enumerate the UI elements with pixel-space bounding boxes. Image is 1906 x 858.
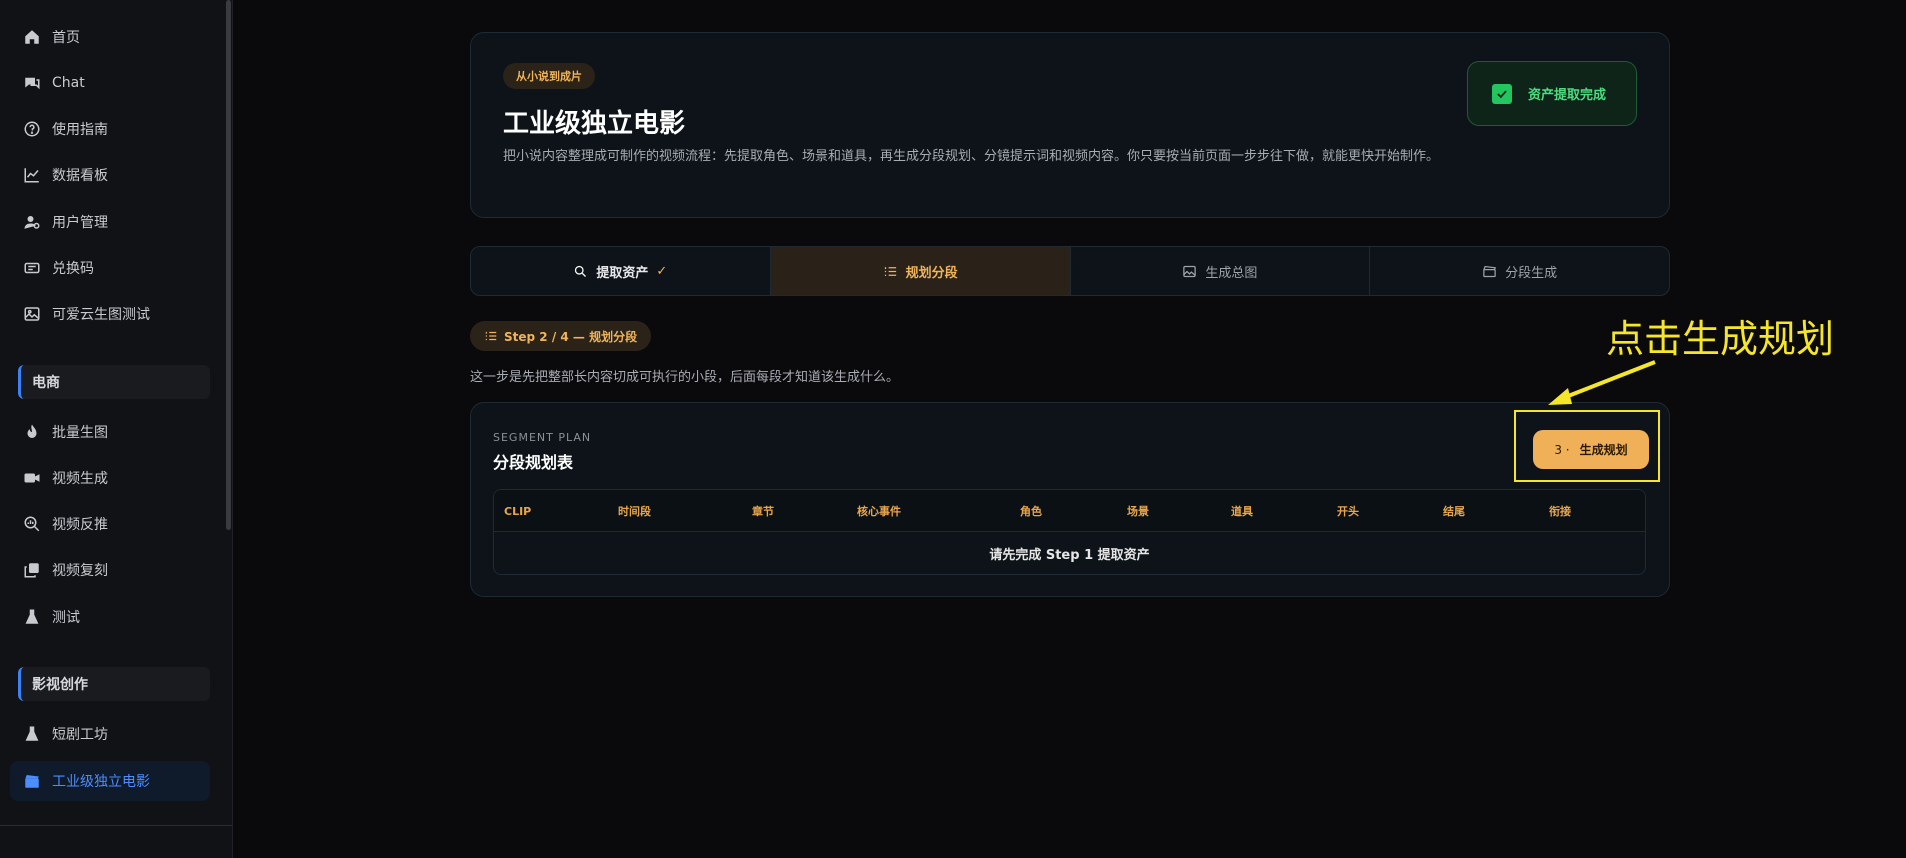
sidebar-item-short-drama[interactable]: 短剧工坊 xyxy=(10,714,210,754)
clapper-icon xyxy=(22,771,42,791)
sidebar-item-label: 使用指南 xyxy=(52,122,108,138)
annotation-highlight-box xyxy=(1514,410,1660,482)
column-header: 时间段 xyxy=(618,505,651,518)
column-header: 开头 xyxy=(1337,505,1359,518)
tab-segment-generate[interactable]: 分段生成 xyxy=(1370,247,1669,295)
hero-tag: 从小说到成片 xyxy=(503,63,595,89)
flask-icon xyxy=(22,607,42,627)
sidebar-item-label: 首页 xyxy=(52,30,80,46)
list-icon xyxy=(884,266,896,276)
help-icon xyxy=(22,119,42,139)
sidebar-item-label: 批量生图 xyxy=(52,425,108,441)
status-badge: 资产提取完成 xyxy=(1467,61,1637,126)
section-ecommerce[interactable]: 电商 xyxy=(18,365,210,399)
hero-card: 从小说到成片 工业级独立电影 把小说内容整理成可制作的视频流程：先提取角色、场景… xyxy=(470,32,1670,218)
column-header: 道具 xyxy=(1231,505,1253,518)
chat-icon xyxy=(22,73,42,93)
column-header: 核心事件 xyxy=(857,505,901,518)
sidebar-item-label: 视频复刻 xyxy=(52,563,108,579)
sidebar-item-video-gen[interactable]: 视频生成 xyxy=(10,458,210,498)
column-header: 角色 xyxy=(1020,505,1042,518)
column-header: 场景 xyxy=(1127,505,1149,518)
step-description: 这一步是先把整部长内容切成可执行的小段，后面每段才知道该生成什么。 xyxy=(470,370,900,385)
copy-icon xyxy=(22,560,42,580)
table-header: CLIP 时间段 章节 核心事件 角色 场景 道具 开头 结尾 衔接 xyxy=(494,490,1645,532)
video-icon xyxy=(22,468,42,488)
step-tabs: 提取资产 ✓ 规划分段 生成总图 分段生成 xyxy=(470,246,1670,296)
sidebar-item-batch-image[interactable]: 批量生图 xyxy=(10,412,210,452)
search-chart-icon xyxy=(22,514,42,534)
sidebar-item-home[interactable]: 首页 xyxy=(10,17,210,57)
home-icon xyxy=(22,27,42,47)
sidebar-item-label: 视频生成 xyxy=(52,471,108,487)
sidebar-item-indie-film[interactable]: 工业级独立电影 xyxy=(10,761,210,801)
page-description: 把小说内容整理成可制作的视频流程：先提取角色、场景和道具，再生成分段规划、分镜提… xyxy=(503,149,1440,164)
tab-label: 提取资产 xyxy=(596,265,649,281)
chart-icon xyxy=(22,165,42,185)
sidebar-item-test[interactable]: 测试 xyxy=(10,597,210,637)
sidebar-item-dashboard[interactable]: 数据看板 xyxy=(10,155,210,195)
column-header: CLIP xyxy=(504,504,532,518)
sidebar-item-label: 工业级独立电影 xyxy=(52,774,150,790)
step-indicator: Step 2 / 4 — 规划分段 xyxy=(470,321,652,351)
clapper-icon xyxy=(1483,265,1497,277)
tab-label: 规划分段 xyxy=(905,265,958,281)
sidebar-item-chat[interactable]: Chat xyxy=(10,63,210,103)
plan-eyebrow: SEGMENT PLAN xyxy=(493,431,592,444)
tab-plan-segments[interactable]: 规划分段 xyxy=(770,247,1071,295)
segment-table: CLIP 时间段 章节 核心事件 角色 场景 道具 开头 结尾 衔接 请先完成 … xyxy=(493,489,1646,575)
tab-label: 分段生成 xyxy=(1505,265,1558,281)
user-manage-icon xyxy=(22,212,42,232)
sidebar-item-redeem[interactable]: 兑换码 xyxy=(10,248,210,288)
sidebar-item-label: 短剧工坊 xyxy=(52,727,108,743)
annotation-arrow-icon xyxy=(1548,360,1656,405)
status-text: 资产提取完成 xyxy=(1528,88,1607,103)
sidebar-scrollbar[interactable] xyxy=(226,0,231,530)
sidebar-item-label: Chat xyxy=(52,75,85,91)
sidebar-item-label: 测试 xyxy=(52,610,80,626)
tab-generate-overview[interactable]: 生成总图 xyxy=(1071,247,1371,295)
tab-label: 生成总图 xyxy=(1205,265,1258,281)
sidebar-item-label: 用户管理 xyxy=(52,215,108,231)
column-header: 衔接 xyxy=(1549,505,1571,518)
sidebar-item-label: 可爱云生图测试 xyxy=(52,307,150,323)
sidebar-divider xyxy=(0,825,232,826)
sidebar: 首页 Chat 使用指南 数据看板 用户管理 兑换码 可爱云生图测试 电商 批量… xyxy=(0,0,233,858)
sidebar-item-video-reverse[interactable]: 视频反推 xyxy=(10,504,210,544)
sidebar-item-users[interactable]: 用户管理 xyxy=(10,202,210,242)
flask-icon xyxy=(22,724,42,744)
column-header: 结尾 xyxy=(1443,505,1465,518)
empty-state-message: 请先完成 Step 1 提取资产 xyxy=(989,547,1150,563)
segment-plan-card: SEGMENT PLAN 分段规划表 3 · 生成规划 CLIP 时间段 章节 … xyxy=(470,402,1670,597)
tab-extract-assets[interactable]: 提取资产 ✓ xyxy=(471,247,771,295)
sidebar-item-label: 数据看板 xyxy=(52,168,108,184)
sidebar-item-video-copy[interactable]: 视频复刻 xyxy=(10,550,210,590)
page-title: 工业级独立电影 xyxy=(503,109,686,139)
sidebar-item-guide[interactable]: 使用指南 xyxy=(10,109,210,149)
checkbox-checked-icon xyxy=(1492,83,1512,104)
flame-icon xyxy=(22,422,42,442)
section-film[interactable]: 影视创作 xyxy=(18,667,210,701)
plan-title: 分段规划表 xyxy=(493,453,574,472)
sidebar-item-label: 兑换码 xyxy=(52,261,94,277)
sidebar-item-label: 视频反推 xyxy=(52,517,108,533)
sidebar-item-image-test[interactable]: 可爱云生图测试 xyxy=(10,294,210,334)
step-label: Step 2 / 4 — 规划分段 xyxy=(504,329,638,344)
image-icon xyxy=(22,304,42,324)
ticket-icon xyxy=(22,258,42,278)
image-icon xyxy=(1183,265,1197,277)
list-icon xyxy=(485,331,497,341)
column-header: 章节 xyxy=(752,505,774,518)
check-icon: ✓ xyxy=(656,263,668,279)
search-icon xyxy=(575,265,587,277)
